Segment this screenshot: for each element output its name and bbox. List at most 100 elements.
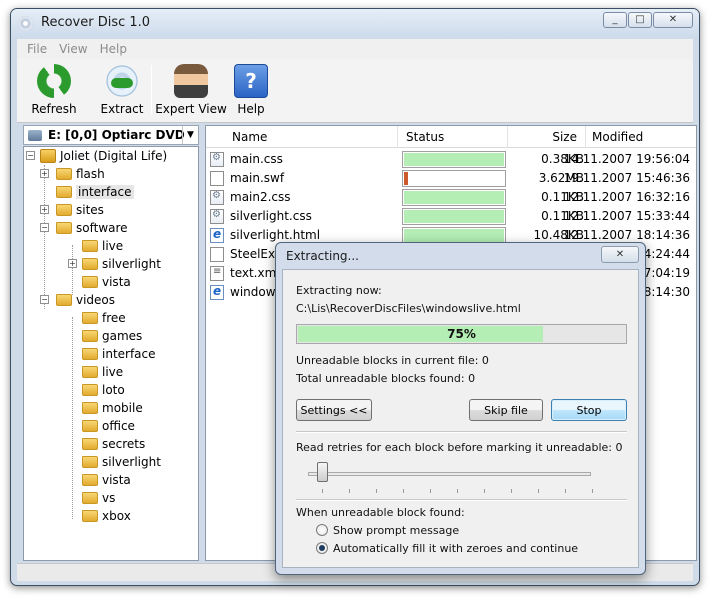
unreadable-current-text: Unreadable blocks in current file: 0 [296, 354, 489, 367]
tree-item-flash[interactable]: + flash [40, 165, 105, 183]
tree-item-interface[interactable]: interface [40, 183, 134, 201]
detective-icon [174, 64, 208, 98]
folder-icon [82, 348, 98, 360]
folder-icon [82, 384, 98, 396]
expand-icon[interactable]: + [40, 169, 49, 178]
auto-fill-label[interactable]: Automatically fill it with zeroes and co… [333, 542, 578, 555]
expert-view-button[interactable]: Expert View [154, 62, 228, 120]
expert-view-label: Expert View [155, 102, 227, 116]
tree-item-software-live[interactable]: live [82, 237, 123, 255]
stop-button[interactable]: Stop [551, 399, 627, 421]
folder-tree[interactable]: − Joliet (Digital Life) + flash interfac… [23, 146, 199, 561]
show-prompt-radio[interactable] [316, 524, 328, 536]
window-title: Recover Disc 1.0 [41, 15, 151, 30]
collapse-icon[interactable]: − [40, 295, 49, 304]
collapse-icon[interactable]: − [26, 151, 35, 160]
expand-icon[interactable]: + [68, 259, 77, 268]
file-row[interactable]: silverlight.css0.11KB12.11.2007 15:33:44 [206, 207, 696, 226]
slider-tick [484, 489, 485, 493]
xml-file-icon [210, 266, 224, 281]
tree-item-label: interface [102, 347, 156, 361]
tree-item-videos-silverlight[interactable]: silverlight [82, 453, 161, 471]
tree-item-videos-mobile[interactable]: mobile [82, 399, 143, 417]
tree-root[interactable]: − Joliet (Digital Life) [24, 147, 167, 165]
tree-item-videos-office[interactable]: office [82, 417, 135, 435]
tree-item-videos-xbox[interactable]: xbox [82, 507, 131, 525]
title-bar[interactable]: Recover Disc 1.0 _ □ ✕ [11, 9, 699, 37]
tree-item-videos[interactable]: − videos [40, 291, 115, 309]
slider-tick [457, 489, 458, 493]
file-row[interactable]: main.swf 3.62MB 19.11.2007 15:46:36 [206, 169, 696, 188]
column-modified[interactable]: Modified [586, 126, 696, 148]
file-row[interactable]: main.css0.38KB14.11.2007 19:56:04 [206, 150, 696, 169]
toolbar: Refresh Extract Expert View ? Help [17, 59, 693, 123]
caption-buttons: _ □ ✕ [603, 12, 693, 28]
menu-view[interactable]: View [53, 42, 93, 56]
drive-selector[interactable]: E: [0,0] Optiarc DVD ▼ [23, 125, 199, 145]
help-label: Help [237, 102, 265, 116]
column-size[interactable]: Size [508, 126, 586, 148]
tree-item-label: silverlight [102, 455, 161, 469]
extract-button[interactable]: Extract [95, 62, 149, 120]
extract-label: Extract [100, 102, 144, 116]
file-name: main.css [230, 152, 283, 166]
tree-item-videos-secrets[interactable]: secrets [82, 435, 145, 453]
tree-item-label: sites [76, 203, 104, 217]
file-name: silverlight.css [230, 209, 312, 223]
tree-item-videos-loto[interactable]: loto [82, 381, 125, 399]
css-file-icon [210, 152, 224, 167]
tree-item-videos-games[interactable]: games [82, 327, 142, 345]
tree-item-label: loto [102, 383, 125, 397]
tree-item-videos-vista[interactable]: vista [82, 471, 131, 489]
tree-item-label: silverlight [102, 257, 161, 271]
slider-tick [322, 489, 323, 493]
app-disc-icon [18, 16, 33, 31]
when-found-label: When unreadable block found: [296, 506, 465, 519]
divider [296, 431, 627, 433]
tree-item-videos-vs[interactable]: vs [82, 489, 115, 507]
dvd-drive-icon [28, 129, 42, 141]
tree-item-videos-interface[interactable]: interface [82, 345, 156, 363]
file-name: silverlight.html [230, 228, 321, 242]
file-modified: 7:04:19 [643, 266, 690, 280]
file-name: main2.css [230, 190, 291, 204]
auto-fill-radio[interactable] [316, 542, 328, 554]
show-prompt-label[interactable]: Show prompt message [333, 524, 459, 537]
css-file-icon [210, 190, 224, 205]
file-name: text.xml [230, 266, 280, 280]
tree-item-sites[interactable]: + sites [40, 201, 104, 219]
tree-item-software[interactable]: − software [40, 219, 128, 237]
tree-item-software-vista[interactable]: vista [82, 273, 131, 291]
dialog-close-button[interactable]: ✕ [601, 246, 639, 263]
dialog-body: Extracting now: C:\Lis\RecoverDiscFiles\… [282, 269, 639, 568]
collapse-icon[interactable]: − [40, 223, 49, 232]
chevron-down-icon[interactable]: ▼ [182, 126, 198, 144]
tree-item-label: vs [102, 491, 116, 505]
close-button[interactable]: ✕ [653, 12, 693, 28]
tree-item-videos-live[interactable]: live [82, 363, 123, 381]
read-retries-slider-thumb[interactable] [317, 462, 328, 482]
tree-item-software-silverlight[interactable]: + silverlight [68, 255, 161, 273]
tree-item-label: games [102, 329, 143, 343]
menu-file[interactable]: File [21, 42, 53, 56]
file-row[interactable]: main2.css0.11KB12.11.2007 16:32:16 [206, 188, 696, 207]
extract-progress-bar: 75% [296, 324, 627, 344]
menu-help[interactable]: Help [94, 42, 133, 56]
help-button[interactable]: ? Help [231, 62, 271, 120]
expand-icon[interactable]: + [40, 205, 49, 214]
file-modified: 14.11.2007 19:56:04 [563, 152, 690, 166]
refresh-button[interactable]: Refresh [29, 62, 79, 120]
read-retries-slider-track[interactable] [308, 472, 591, 476]
disc-folder-icon [40, 149, 56, 163]
folder-icon [82, 312, 98, 324]
skip-file-button[interactable]: Skip file [469, 399, 543, 421]
minimize-button[interactable]: _ [603, 12, 627, 28]
file-status-fill [404, 172, 409, 185]
column-name[interactable]: Name [206, 126, 398, 148]
maximize-button[interactable]: □ [628, 12, 652, 28]
column-status[interactable]: Status [398, 126, 508, 148]
tree-root-label: Joliet (Digital Life) [60, 149, 168, 163]
folder-icon [56, 294, 72, 306]
settings-button[interactable]: Settings << [296, 399, 372, 421]
tree-item-videos-free[interactable]: free [82, 309, 126, 327]
